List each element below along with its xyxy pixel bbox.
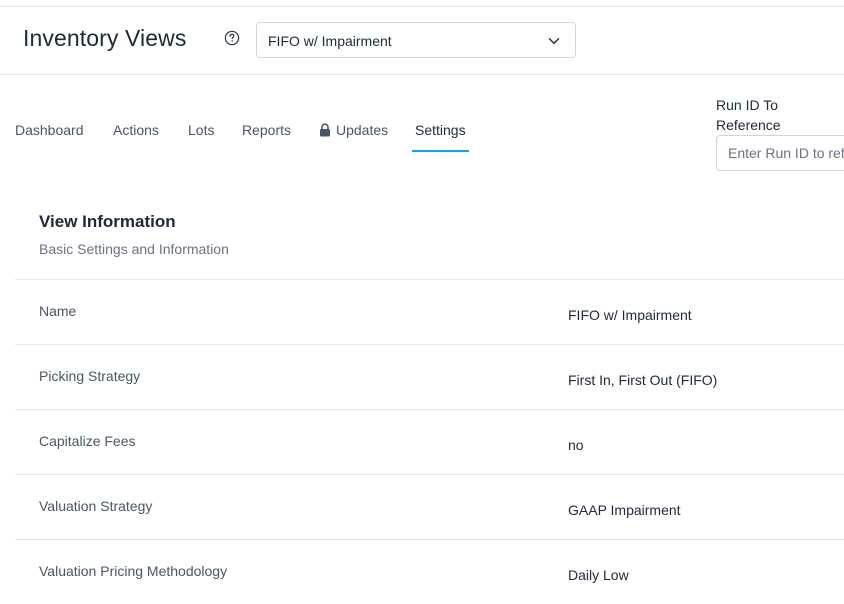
setting-value: Daily Low: [568, 567, 629, 583]
tab-settings[interactable]: Settings: [412, 112, 469, 152]
tab-updates-label: Updates: [336, 122, 389, 138]
tab-dashboard[interactable]: Dashboard: [15, 112, 84, 150]
settings-list: Name FIFO w/ Impairment Picking Strategy…: [15, 279, 844, 604]
page-title: Inventory Views: [23, 25, 187, 51]
tab-updates[interactable]: Updates: [319, 112, 388, 150]
tab-lots[interactable]: Lots: [188, 112, 214, 150]
settings-row-name: Name FIFO w/ Impairment: [15, 279, 844, 344]
setting-label: Valuation Strategy: [39, 498, 153, 514]
setting-label: Valuation Pricing Methodology: [39, 563, 228, 579]
view-select[interactable]: FIFO w/ Impairment: [256, 22, 576, 58]
run-id-label: Run ID To Reference: [716, 97, 781, 133]
setting-value: GAAP Impairment: [568, 502, 681, 518]
section-subtitle: Basic Settings and Information: [39, 241, 229, 257]
question-circle-icon[interactable]: [224, 30, 240, 46]
lock-icon: [320, 123, 330, 137]
chevron-down-icon: [548, 38, 560, 45]
run-id-input[interactable]: [716, 135, 844, 171]
setting-value: FIFO w/ Impairment: [568, 307, 692, 323]
setting-value: First In, First Out (FIFO): [568, 372, 718, 388]
setting-value: no: [568, 437, 584, 453]
top-bar: [0, 0, 844, 7]
page-header: Inventory Views FIFO w/ Impairment: [0, 7, 844, 75]
section-title: View Information: [39, 212, 176, 231]
setting-label: Name: [39, 303, 77, 319]
settings-row-valuation-strategy: Valuation Strategy GAAP Impairment: [15, 474, 844, 539]
setting-label: Picking Strategy: [39, 368, 141, 384]
tab-actions[interactable]: Actions: [113, 112, 159, 150]
view-select-value: FIFO w/ Impairment: [268, 33, 392, 49]
tab-reports[interactable]: Reports: [242, 112, 291, 150]
settings-row-capitalize-fees: Capitalize Fees no: [15, 409, 844, 474]
settings-row-valuation-pricing-methodology: Valuation Pricing Methodology Daily Low: [15, 539, 844, 604]
settings-row-picking-strategy: Picking Strategy First In, First Out (FI…: [15, 344, 844, 409]
setting-label: Capitalize Fees: [39, 433, 136, 449]
